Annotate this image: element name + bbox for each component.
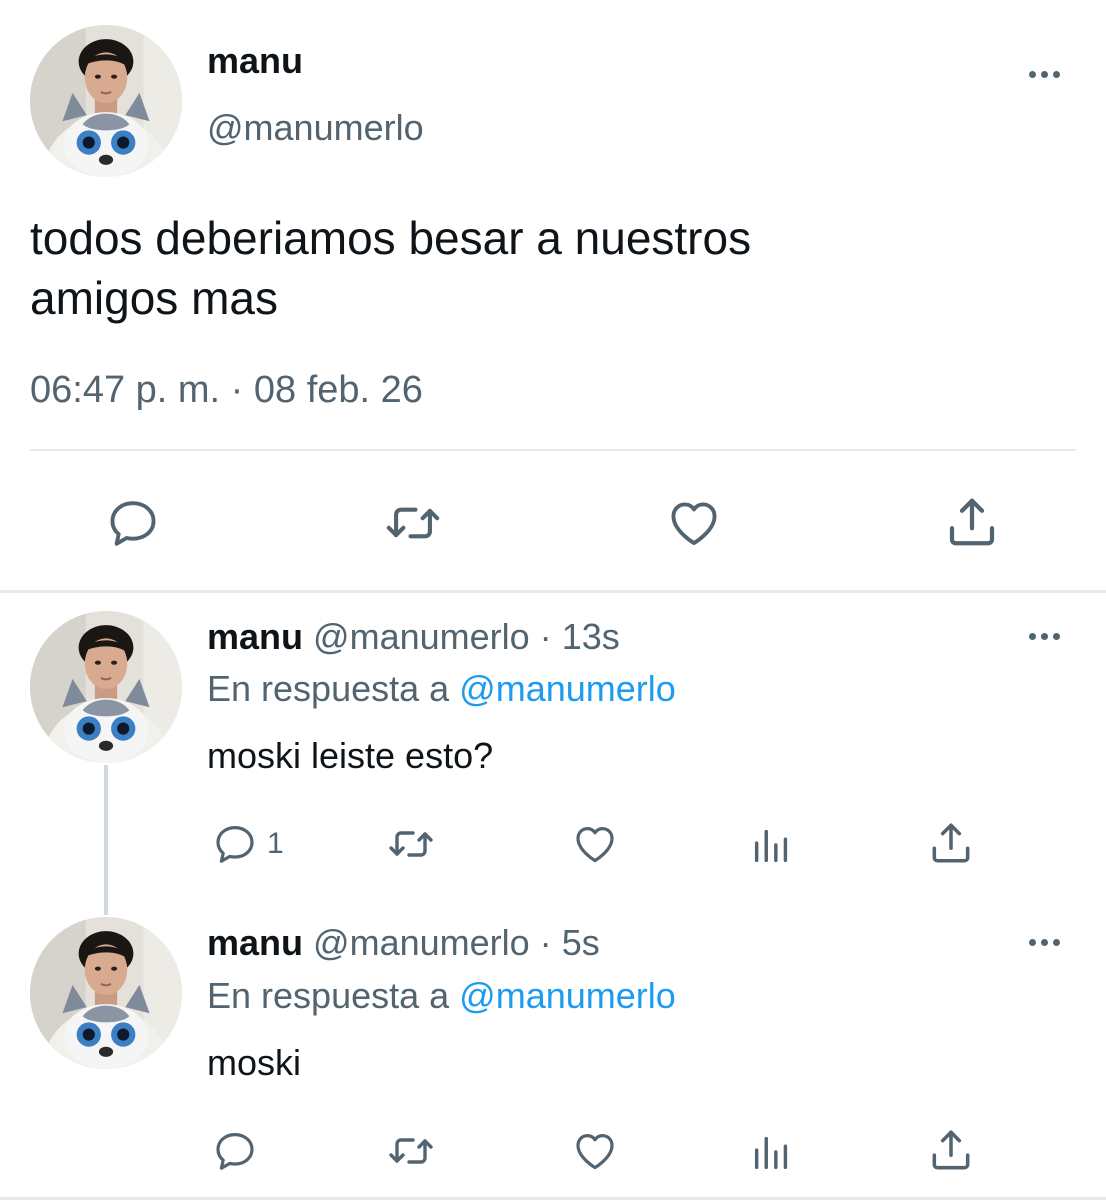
retweet-icon — [383, 494, 443, 552]
reply-button[interactable] — [104, 494, 162, 552]
reply-count: 1 — [267, 827, 284, 860]
reply-prefix: En respuesta a — [207, 975, 450, 1016]
reply-icon — [211, 820, 259, 868]
tweet-text-line: amigos mas — [30, 272, 278, 324]
reply-button[interactable]: 1 — [211, 820, 284, 868]
more-options-icon[interactable] — [1022, 64, 1066, 84]
views-button[interactable] — [749, 822, 795, 868]
separator: · — [539, 922, 552, 963]
retweet-button[interactable] — [385, 1127, 437, 1175]
reply-icon — [211, 1127, 259, 1175]
handle[interactable]: @manumerlo — [313, 616, 530, 657]
share-icon — [926, 1125, 976, 1175]
tweet-text-line: todos deberiamos besar a nuestros — [30, 212, 752, 264]
retweet-icon — [385, 820, 437, 868]
share-button[interactable] — [926, 818, 976, 868]
like-button[interactable] — [570, 1127, 620, 1175]
display-name[interactable]: manu — [207, 616, 303, 657]
reply-icon — [104, 494, 162, 552]
time[interactable]: 13s — [562, 616, 620, 657]
like-button[interactable] — [570, 820, 620, 868]
views-icon — [749, 822, 795, 868]
like-button[interactable] — [664, 494, 724, 552]
avatar[interactable] — [30, 611, 182, 763]
more-options-icon[interactable] — [1022, 626, 1066, 646]
handle[interactable]: @manumerlo — [207, 107, 424, 149]
tweet-text: moski — [207, 1042, 302, 1083]
tweet-text: moski leiste esto? — [207, 735, 494, 776]
like-icon — [570, 820, 620, 868]
reply-header: manu @manumerlo · 5s — [207, 922, 600, 964]
share-button[interactable] — [942, 492, 1002, 552]
separator: · — [539, 616, 552, 657]
share-icon — [942, 492, 1002, 552]
divider — [30, 449, 1076, 451]
retweet-button[interactable] — [383, 494, 443, 552]
retweet-button[interactable] — [385, 820, 437, 868]
mention-link[interactable]: @manumerlo — [459, 975, 676, 1016]
reply-context: En respuesta a @manumerlo — [207, 975, 676, 1017]
views-button[interactable] — [749, 1129, 795, 1175]
mention-link[interactable]: @manumerlo — [459, 668, 676, 709]
divider — [0, 590, 1106, 593]
avatar[interactable] — [30, 25, 182, 177]
time[interactable]: 5s — [562, 922, 600, 963]
display-name[interactable]: manu — [207, 40, 303, 82]
like-icon — [664, 494, 724, 552]
reply-button[interactable] — [211, 1127, 259, 1175]
reply-context: En respuesta a @manumerlo — [207, 668, 676, 710]
share-button[interactable] — [926, 1125, 976, 1175]
reply-header: manu @manumerlo · 13s — [207, 616, 620, 658]
reply-prefix: En respuesta a — [207, 668, 450, 709]
avatar[interactable] — [30, 917, 182, 1069]
handle[interactable]: @manumerlo — [313, 922, 530, 963]
thread-line — [104, 765, 108, 915]
retweet-icon — [385, 1127, 437, 1175]
more-options-icon[interactable] — [1022, 932, 1066, 952]
display-name[interactable]: manu — [207, 922, 303, 963]
views-icon — [749, 1129, 795, 1175]
share-icon — [926, 818, 976, 868]
timestamp[interactable]: 06:47 p. m. · 08 feb. 26 — [30, 368, 423, 412]
like-icon — [570, 1127, 620, 1175]
tweet-text: todos deberiamos besar a nuestros amigos… — [30, 208, 751, 328]
